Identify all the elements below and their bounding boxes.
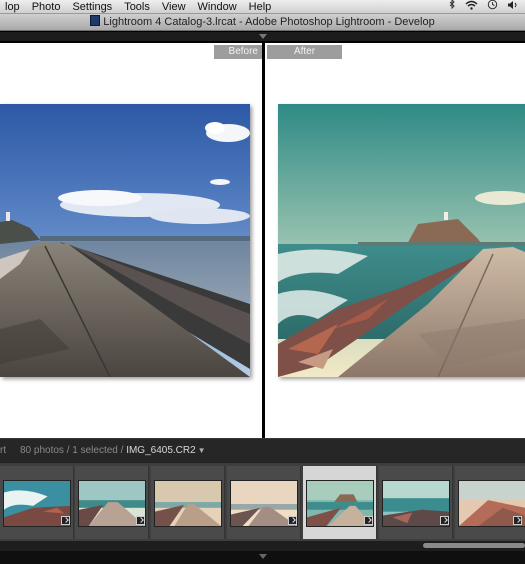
- develop-adjusted-badge-icon: [440, 516, 449, 525]
- develop-adjusted-badge-icon: [61, 516, 70, 525]
- menu-develop[interactable]: lop: [0, 0, 26, 14]
- mac-menubar: lop Photo Settings Tools View Window Hel…: [0, 0, 525, 14]
- filmstrip-cell[interactable]: [0, 466, 74, 539]
- filmstrip-cell[interactable]: [151, 466, 225, 539]
- filmstrip-cell-selected[interactable]: [303, 466, 377, 539]
- after-photo[interactable]: [278, 104, 525, 377]
- wifi-icon[interactable]: [465, 0, 478, 15]
- filmstrip: [0, 462, 525, 541]
- top-panel-toggle-icon[interactable]: [259, 34, 267, 39]
- selection-info[interactable]: 80 photos / 1 selected / IMG_6405.CR2 ▼: [20, 439, 206, 463]
- develop-adjusted-badge-icon: [364, 516, 373, 525]
- filmstrip-scrollbar[interactable]: [0, 541, 525, 551]
- menu-list: lop Photo Settings Tools View Window Hel…: [0, 0, 277, 14]
- time-machine-icon[interactable]: [487, 0, 498, 15]
- before-label: Before: [214, 45, 262, 59]
- selected-filename: IMG_6405.CR2: [126, 445, 196, 456]
- filmstrip-source-bar: rt 80 photos / 1 selected / IMG_6405.CR2…: [0, 438, 525, 462]
- filmstrip-cell[interactable]: [227, 466, 301, 539]
- window-title: Lightroom 4 Catalog-3.lrcat - Adobe Phot…: [103, 16, 435, 28]
- before-photo[interactable]: [0, 104, 250, 377]
- menu-view[interactable]: View: [156, 0, 192, 14]
- bottom-panel-toggle-icon[interactable]: [259, 554, 267, 559]
- develop-adjusted-badge-icon: [288, 516, 297, 525]
- filmstrip-cell[interactable]: [455, 466, 525, 539]
- window-titlebar[interactable]: Lightroom 4 Catalog-3.lrcat - Adobe Phot…: [0, 14, 525, 31]
- menu-window[interactable]: Window: [192, 0, 243, 14]
- thumbnail[interactable]: [154, 480, 222, 527]
- menu-tools[interactable]: Tools: [118, 0, 156, 14]
- photo-count-text: 80 photos / 1 selected /: [20, 445, 124, 456]
- source-label[interactable]: rt: [0, 439, 6, 463]
- before-pane: Before: [0, 43, 262, 438]
- top-panel-toggle-strip: [0, 32, 525, 42]
- catalog-file-icon: [90, 15, 101, 26]
- filmstrip-cell[interactable]: [75, 466, 149, 539]
- before-after-compare-view: Before After: [0, 43, 525, 438]
- menu-help[interactable]: Help: [243, 0, 278, 14]
- menu-photo[interactable]: Photo: [26, 0, 67, 14]
- chevron-down-icon[interactable]: ▼: [198, 446, 206, 455]
- filmstrip-scroll-thumb[interactable]: [423, 543, 525, 548]
- menu-settings[interactable]: Settings: [66, 0, 118, 14]
- filmstrip-cell[interactable]: [379, 466, 453, 539]
- bottom-panel-toggle-strip: [0, 551, 525, 564]
- develop-adjusted-badge-icon: [136, 516, 145, 525]
- after-label: After: [267, 45, 342, 59]
- develop-adjusted-badge-icon: [513, 516, 522, 525]
- volume-icon[interactable]: [507, 0, 519, 15]
- status-icons: [449, 0, 519, 14]
- bluetooth-icon[interactable]: [449, 0, 456, 15]
- after-pane: After: [265, 43, 525, 438]
